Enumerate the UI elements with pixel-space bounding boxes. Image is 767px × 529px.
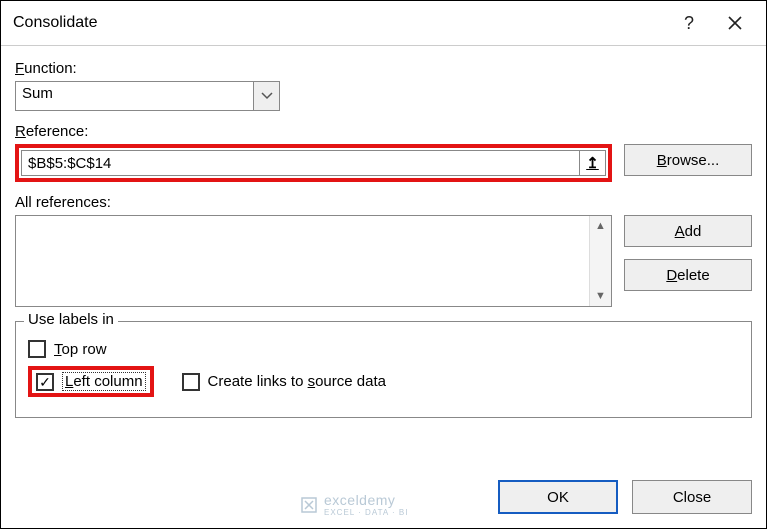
create-links-label: Create links to source data: [208, 373, 386, 390]
side-buttons: Add Delete: [624, 215, 752, 291]
reference-input[interactable]: $B$5:$C$14 ↥: [21, 150, 606, 176]
create-links-checkbox[interactable]: Create links to source data: [182, 373, 386, 391]
reference-label: Reference:: [15, 123, 752, 140]
dialog-title: Consolidate: [13, 14, 666, 32]
dialog-content: Function: Sum Reference: $B$5:$C$14 ↥ Br…: [1, 56, 766, 472]
top-row-label: Top row: [54, 341, 107, 358]
reference-row: $B$5:$C$14 ↥ Browse...: [15, 144, 752, 182]
scroll-down-icon[interactable]: ▼: [595, 286, 606, 306]
help-button[interactable]: ?: [666, 6, 712, 40]
reference-value: $B$5:$C$14: [22, 155, 579, 172]
titlebar-divider: [1, 45, 766, 46]
all-references-list[interactable]: ▲ ▼: [15, 215, 612, 307]
all-references-row: ▲ ▼ Add Delete: [15, 215, 752, 307]
titlebar: Consolidate ?: [1, 1, 766, 45]
function-label: Function:: [15, 60, 752, 77]
dialog-footer: OK Close: [1, 472, 766, 528]
top-row-checkbox[interactable]: Top row: [28, 340, 107, 358]
left-column-label: Left column: [62, 372, 146, 391]
function-value: Sum: [16, 82, 253, 110]
list-scrollbar[interactable]: ▲ ▼: [589, 216, 611, 306]
close-icon[interactable]: [712, 6, 758, 40]
checkbox-box-checked: ✓: [36, 373, 54, 391]
browse-button[interactable]: Browse...: [624, 144, 752, 176]
checkbox-box: [182, 373, 200, 391]
use-labels-fieldset: Use labels in Top row ✓ Left column Crea…: [15, 321, 752, 418]
add-button[interactable]: Add: [624, 215, 752, 247]
scroll-up-icon[interactable]: ▲: [595, 216, 606, 236]
delete-button[interactable]: Delete: [624, 259, 752, 291]
chevron-down-icon: [261, 92, 273, 100]
left-column-checkbox[interactable]: ✓ Left column: [36, 372, 146, 391]
function-combo[interactable]: Sum: [15, 81, 280, 111]
checkbox-box: [28, 340, 46, 358]
reference-highlight: $B$5:$C$14 ↥: [15, 144, 612, 182]
close-button[interactable]: Close: [632, 480, 752, 514]
function-dropdown-button[interactable]: [253, 82, 279, 110]
left-column-highlight: ✓ Left column: [28, 366, 154, 397]
collapse-dialog-icon[interactable]: ↥: [579, 151, 605, 175]
consolidate-dialog: Consolidate ? Function: Sum Reference: $…: [0, 0, 767, 529]
all-references-label: All references:: [15, 194, 752, 211]
use-labels-legend: Use labels in: [24, 311, 118, 328]
ok-button[interactable]: OK: [498, 480, 618, 514]
all-references-inner: [16, 216, 589, 306]
